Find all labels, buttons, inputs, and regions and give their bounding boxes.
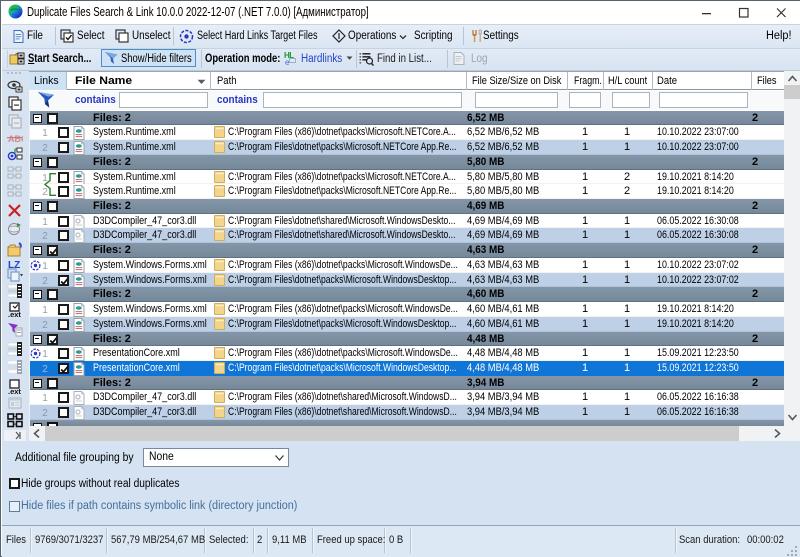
svg-text:.ext: .ext — [8, 310, 21, 318]
svg-text:ABC: ABC — [8, 134, 23, 144]
svg-text:.ext: .ext — [8, 387, 21, 395]
